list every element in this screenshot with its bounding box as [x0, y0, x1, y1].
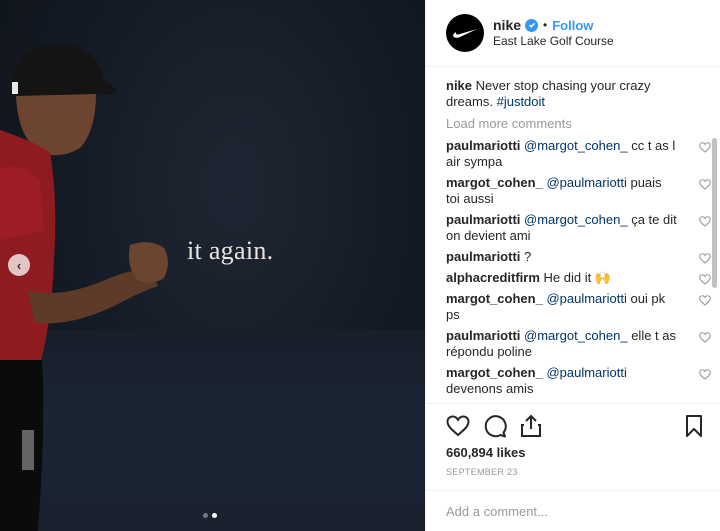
comment-mention[interactable]: @paulmariotti — [546, 175, 626, 190]
post-media[interactable]: it again. ‹ — [0, 0, 425, 531]
comment-user[interactable]: margot_cohen_ — [446, 365, 543, 380]
post-sidebar: nike • Follow East Lake Golf Course nike… — [425, 0, 720, 531]
comment-user[interactable]: margot_cohen_ — [446, 291, 543, 306]
location-link[interactable]: East Lake Golf Course — [493, 34, 614, 48]
comment-item: margot_cohen_ @paulmariotti oui pk ps — [446, 291, 711, 323]
post-header: nike • Follow East Lake Golf Course — [426, 0, 720, 67]
action-icon-row — [446, 414, 701, 438]
comment-like-heart-icon[interactable] — [699, 332, 711, 343]
verified-icon — [525, 18, 539, 32]
account-handle[interactable]: nike — [493, 17, 521, 33]
comment-like-heart-icon[interactable] — [699, 179, 711, 190]
comment-item: margot_cohen_ @paulmariotti puais toi au… — [446, 175, 711, 207]
comment-like-heart-icon[interactable] — [699, 253, 711, 264]
add-comment-input[interactable]: Add a comment... — [426, 490, 720, 531]
comment-like-heart-icon[interactable] — [699, 216, 711, 227]
bookmark-icon[interactable] — [685, 414, 703, 438]
comment-like-heart-icon[interactable] — [699, 369, 711, 380]
comment-mention[interactable]: @margot_cohen_ — [524, 138, 628, 153]
comment-user[interactable]: paulmariotti — [446, 138, 520, 153]
comment-mention[interactable]: @paulmariotti — [546, 291, 626, 306]
comment-container: paulmariotti @margot_cohen_ cc t as l ai… — [446, 138, 711, 397]
comment-like-heart-icon[interactable] — [699, 295, 711, 306]
carousel-indicator — [203, 513, 217, 518]
comment-text: devenons amis — [446, 381, 534, 396]
likes-count[interactable]: 660,894 likes — [446, 445, 701, 460]
separator-dot: • — [543, 18, 548, 32]
comment-user[interactable]: margot_cohen_ — [446, 175, 543, 190]
post-date[interactable]: SEPTEMBER 23 — [446, 467, 701, 477]
comments-list[interactable]: nike Never stop chasing your crazy dream… — [426, 68, 720, 403]
comment-user[interactable]: paulmariotti — [446, 249, 520, 264]
comment-mention[interactable]: @margot_cohen_ — [524, 328, 628, 343]
load-more-comments-button[interactable]: Load more comments — [446, 116, 697, 132]
comment-mention[interactable]: @margot_cohen_ — [524, 212, 628, 227]
comment-icon[interactable] — [483, 414, 507, 438]
account-row: nike • Follow — [493, 17, 593, 33]
comment-item: paulmariotti ? — [446, 249, 711, 265]
comment-mention[interactable]: @paulmariotti — [546, 365, 626, 380]
comment-text: He did it 🙌 — [543, 270, 612, 285]
carousel-dot — [203, 513, 208, 518]
media-slogan-text: it again. — [187, 236, 274, 265]
share-icon[interactable] — [520, 414, 542, 438]
caption-hashtag[interactable]: #justdoit — [497, 94, 545, 109]
comment-user[interactable]: paulmariotti — [446, 212, 520, 227]
carousel-dot-active — [212, 513, 217, 518]
comment-user[interactable]: alphacreditfirm — [446, 270, 540, 285]
comment-item: margot_cohen_ @paulmariotti devenons ami… — [446, 365, 711, 397]
comment-like-heart-icon[interactable] — [699, 142, 711, 153]
post-actions: 660,894 likes SEPTEMBER 23 Add a comment… — [426, 403, 720, 531]
avatar[interactable] — [446, 14, 484, 52]
chevron-left-icon: ‹ — [16, 257, 22, 273]
comment-user[interactable]: paulmariotti — [446, 328, 520, 343]
heart-icon[interactable] — [446, 415, 470, 437]
follow-button[interactable]: Follow — [552, 18, 593, 33]
comment-item: paulmariotti @margot_cohen_ ça te dit on… — [446, 212, 711, 244]
comment-item: paulmariotti @margot_cohen_ elle t as ré… — [446, 328, 711, 360]
comment-text: ? — [524, 249, 532, 264]
caption-user[interactable]: nike — [446, 78, 472, 93]
comments-scrollbar[interactable] — [712, 138, 717, 288]
comment-item: alphacreditfirm He did it 🙌 — [446, 270, 711, 286]
post-caption: nike Never stop chasing your crazy dream… — [446, 78, 697, 110]
nike-swoosh-icon — [453, 29, 477, 38]
athlete-figure — [0, 44, 168, 531]
comment-item: paulmariotti @margot_cohen_ cc t as l ai… — [446, 138, 711, 170]
carousel-prev-button[interactable]: ‹ — [8, 254, 30, 276]
comment-like-heart-icon[interactable] — [699, 274, 711, 285]
caption-text: Never stop chasing your crazy dreams. — [446, 78, 651, 109]
